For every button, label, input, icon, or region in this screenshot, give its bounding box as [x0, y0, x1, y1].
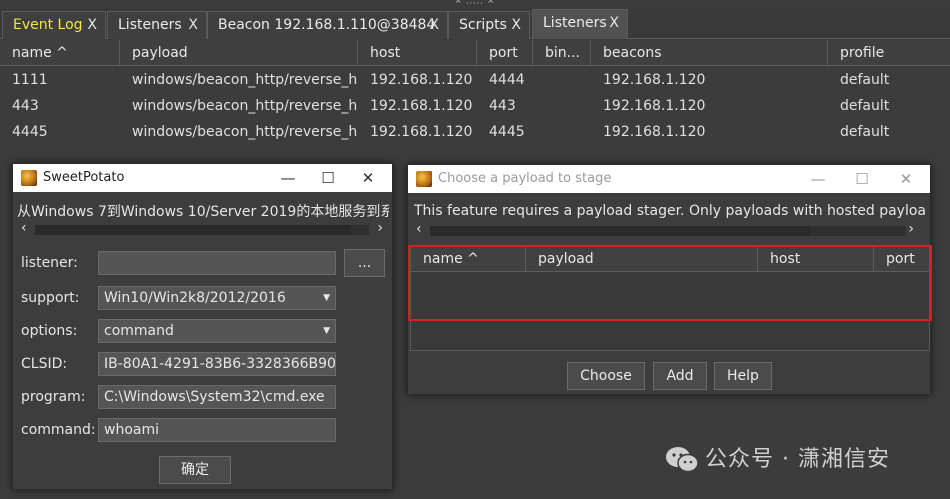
cell-profile: default [840, 98, 890, 114]
tab-label: Scripts [459, 17, 507, 33]
options-value: command [104, 323, 174, 339]
command-label: command: [21, 422, 96, 438]
cell-name: 1111 [12, 72, 48, 88]
column-header-port[interactable]: port [477, 40, 533, 66]
command-field[interactable]: whoami [98, 418, 336, 442]
cell-name: 443 [12, 98, 39, 114]
cell-host: 192.168.1.120 [370, 98, 473, 114]
tab-label: Listeners [543, 15, 607, 31]
program-field[interactable]: C:\Windows\System32\cmd.exe [98, 385, 336, 409]
tab-listeners[interactable]: Listeners X [107, 11, 207, 39]
cell-beacons: 192.168.1.120 [603, 124, 706, 140]
maximize-icon[interactable]: ☐ [308, 164, 348, 192]
horizontal-scrollbar[interactable]: ‹ › [17, 220, 389, 236]
description-text: 从Windows 7到Windows 10/Server 2019的本地服务到系… [17, 204, 389, 220]
ok-button[interactable]: 确定 [159, 456, 231, 484]
minimize-icon[interactable]: — [268, 164, 308, 192]
watermark: 公众号 · 潇湘信安 [665, 445, 890, 475]
options-label: options: [21, 323, 78, 339]
cell-port: 443 [489, 98, 516, 114]
browse-listener-button[interactable]: ... [344, 249, 385, 277]
table-row[interactable]: 4445 windows/beacon_http/reverse_h... 19… [0, 119, 950, 145]
add-button[interactable]: Add [653, 362, 707, 390]
close-icon[interactable]: X [429, 12, 439, 38]
maximize-icon[interactable]: ☐ [842, 165, 882, 193]
tab-listeners-active[interactable]: Listeners X [532, 9, 628, 39]
scroll-left-icon[interactable]: ‹ [416, 221, 422, 237]
close-icon[interactable]: X [87, 12, 97, 38]
description-text: This feature requires a payload stager. … [414, 203, 926, 219]
close-icon[interactable]: ✕ [886, 165, 926, 193]
cell-beacons: 192.168.1.120 [603, 72, 706, 88]
clsid-field[interactable]: IB-80A1-4291-83B6-3328366B9097 [98, 352, 336, 376]
watermark-text: 公众号 · 潇湘信安 [705, 447, 890, 472]
scroll-right-icon[interactable]: › [377, 220, 383, 236]
cell-profile: default [840, 72, 890, 88]
scroll-thumb[interactable] [430, 226, 810, 236]
chevron-down-icon: ▼ [323, 293, 330, 303]
listeners-table-header: name ^ payload host port bin... beacons … [0, 40, 950, 66]
column-header-host[interactable]: host [358, 40, 477, 66]
tab-event-log[interactable]: Event Log X [2, 11, 106, 39]
listener-label: listener: [21, 255, 78, 271]
close-icon[interactable]: X [188, 12, 198, 38]
cell-profile: default [840, 124, 890, 140]
clsid-label: CLSID: [21, 356, 68, 372]
table-row[interactable]: 443 windows/beacon_http/reverse_h... 192… [0, 93, 950, 119]
tab-scripts[interactable]: Scripts X [448, 11, 530, 39]
choose-button[interactable]: Choose [567, 362, 645, 390]
cell-bindto [533, 119, 591, 145]
column-header-payload[interactable]: payload [120, 40, 358, 66]
choose-payload-titlebar[interactable]: Choose a payload to stage — ☐ ✕ [408, 165, 930, 193]
cell-host: 192.168.1.120 [370, 72, 473, 88]
listener-field[interactable] [98, 251, 336, 275]
column-header-bindto[interactable]: bin... [533, 40, 591, 66]
support-label: support: [21, 290, 80, 306]
close-icon[interactable]: X [511, 12, 521, 38]
cell-port: 4444 [489, 72, 525, 88]
highlight-box [408, 245, 932, 321]
close-icon[interactable]: X [609, 10, 619, 36]
horizontal-scrollbar[interactable]: ‹ › [412, 221, 926, 237]
window-title: SweetPotato [43, 170, 125, 185]
cell-payload: windows/beacon_http/reverse_h... [132, 98, 358, 114]
tab-label: Event Log [13, 17, 83, 33]
cell-name: 4445 [12, 124, 48, 140]
column-header-profile[interactable]: profile [828, 40, 950, 66]
choose-payload-window: Choose a payload to stage — ☐ ✕ This fea… [407, 164, 932, 395]
wechat-icon [665, 446, 699, 474]
cell-beacons: 192.168.1.120 [603, 98, 706, 114]
help-button[interactable]: Help [714, 362, 772, 390]
sweetpotato-titlebar[interactable]: SweetPotato — ☐ ✕ [13, 164, 392, 192]
close-icon[interactable]: ✕ [348, 164, 388, 192]
tab-bar: Event Log X Listeners X Beacon 192.168.1… [0, 8, 950, 39]
cell-port: 4445 [489, 124, 525, 140]
minimize-icon[interactable]: — [798, 165, 838, 193]
chevron-down-icon: ▼ [323, 326, 330, 336]
cell-bindto [533, 93, 591, 119]
tab-beacon[interactable]: Beacon 192.168.1.110@38484 X [207, 11, 448, 39]
support-select[interactable]: Win10/Win2k8/2012/2016 ▼ [98, 286, 336, 310]
support-value: Win10/Win2k8/2012/2016 [104, 290, 286, 306]
cell-payload: windows/beacon_http/reverse_h... [132, 124, 358, 140]
options-select[interactable]: command ▼ [98, 319, 336, 343]
window-title: Choose a payload to stage [438, 171, 612, 186]
tab-label: Listeners [118, 17, 182, 33]
app-icon [21, 170, 37, 186]
column-header-beacons[interactable]: beacons [591, 40, 828, 66]
tab-label: Beacon 192.168.1.110@38484 [218, 17, 436, 33]
cell-payload: windows/beacon_http/reverse_h... [132, 72, 358, 88]
program-label: program: [21, 389, 86, 405]
scroll-thumb[interactable] [35, 225, 351, 235]
app-icon [416, 171, 432, 187]
table-row[interactable]: 1111 windows/beacon_http/reverse_h... 19… [0, 67, 950, 93]
scroll-left-icon[interactable]: ‹ [21, 220, 27, 236]
sweetpotato-window: SweetPotato — ☐ ✕ 从Windows 7到Windows 10/… [12, 163, 393, 490]
cell-host: 192.168.1.120 [370, 124, 473, 140]
cell-bindto [533, 67, 591, 93]
scroll-right-icon[interactable]: › [908, 221, 914, 237]
split-pane-handle[interactable]: ^ ····· ^ [445, 0, 505, 8]
column-header-name[interactable]: name ^ [0, 40, 120, 66]
